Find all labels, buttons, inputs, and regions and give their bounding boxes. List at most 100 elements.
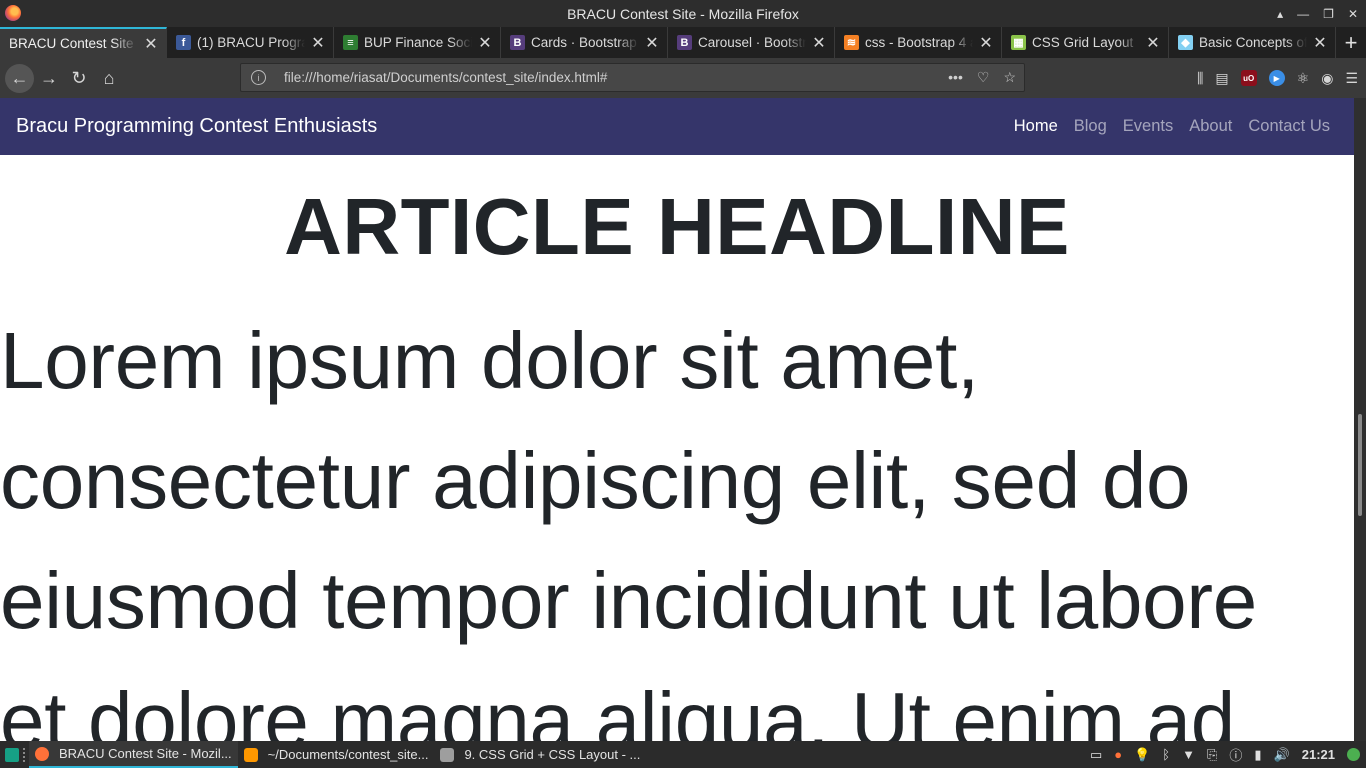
hamburger-menu-icon[interactable]: ☰ [1345, 70, 1358, 87]
taskbar-item-sublime[interactable]: ~/Documents/contest_site... [238, 741, 435, 768]
back-button[interactable]: ← [5, 63, 34, 93]
mdn-icon: ◆ [1178, 35, 1193, 50]
library-icon[interactable]: ⫼ [1197, 70, 1203, 87]
article-headline: ARTICLE HEADLINE [284, 182, 1070, 271]
update-status-icon[interactable] [1347, 748, 1360, 761]
tab-title: Carousel · Bootstrap [698, 35, 806, 50]
nav-link-about[interactable]: About [1189, 117, 1232, 136]
taskbar-item-firefox[interactable]: BRACU Contest Site - Mozil... [29, 741, 238, 768]
sidebar-icon[interactable]: ▤ [1215, 70, 1228, 87]
clipboard-icon[interactable]: ⎘ [1207, 747, 1217, 763]
taskbar-item-folder[interactable]: 9. CSS Grid + CSS Layout - ... [434, 741, 646, 768]
page-actions-icon[interactable]: ••• [948, 69, 963, 86]
window-titlebar: BRACU Contest Site - Mozilla Firefox ▴ —… [0, 0, 1366, 27]
home-button[interactable]: ⌂ [94, 63, 124, 93]
url-bar[interactable]: i file:///home/riasat/Documents/contest_… [240, 63, 1025, 92]
bookmark-star-icon[interactable]: ☆ [1003, 69, 1016, 86]
site-brand[interactable]: Bracu Programming Contest Enthusiasts [16, 98, 377, 155]
forward-button[interactable]: → [34, 63, 64, 93]
page-info-icon[interactable]: i [251, 70, 266, 85]
folder-icon [440, 747, 455, 762]
new-tab-button[interactable]: + [1336, 27, 1366, 58]
page-scrollbar[interactable] [1354, 98, 1366, 741]
window-controls: ▴ — ❐ ✕ [1277, 0, 1358, 27]
tab-close-icon[interactable]: ✕ [478, 33, 492, 53]
site-navbar: Bracu Programming Contest Enthusiasts Ho… [0, 98, 1354, 155]
facebook-icon: f [176, 35, 191, 50]
sublime-text-icon [243, 747, 258, 762]
bluetooth-icon[interactable]: ᛒ [1162, 747, 1170, 762]
system-tray: ▭ ● 💡 ᛒ ▼ ⎘ ⓘ ▮ 🔊 21:21 [1090, 741, 1360, 768]
nav-link-contact-us[interactable]: Contact Us [1248, 117, 1330, 136]
window-close-button[interactable]: ✕ [1348, 7, 1358, 21]
taskbar-item-label: ~/Documents/contest_site... [267, 747, 429, 762]
reload-button[interactable]: ↻ [64, 63, 94, 93]
taskbar-item-label: BRACU Contest Site - Mozil... [59, 746, 232, 761]
grid-icon: ▦ [1011, 35, 1026, 50]
firefox-icon [35, 746, 49, 761]
page-viewport: Bracu Programming Contest Enthusiasts Ho… [0, 98, 1354, 741]
url-text[interactable]: file:///home/riasat/Documents/contest_si… [284, 70, 607, 85]
tab-title: CSS Grid Layout [1032, 35, 1134, 50]
scrollbar-thumb[interactable] [1358, 414, 1362, 516]
navigation-toolbar: ← → ↻ ⌂ i file:///home/riasat/Documents/… [0, 58, 1366, 98]
pocket-icon[interactable]: ♡ [977, 69, 990, 86]
url-actions: ••• ♡ ☆ [948, 69, 1016, 86]
tab-close-icon[interactable]: ✕ [645, 33, 659, 53]
nav-link-blog[interactable]: Blog [1074, 117, 1107, 136]
window-shade-button[interactable]: ▴ [1277, 7, 1283, 21]
media-extension-icon[interactable]: ▶ [1268, 70, 1285, 86]
tab-close-icon[interactable]: ✕ [812, 33, 826, 53]
tab-strip: BRACU Contest Site ✕ f (1) BRACU Programmin… [0, 27, 1366, 58]
toolbar-extensions: ⫼ ▤ uO ▶ ⚛ ◉ ☰ [1197, 58, 1358, 98]
browser-tab[interactable]: BRACU Contest Site ✕ [0, 27, 167, 58]
tab-title: Cards · Bootstrap [531, 35, 637, 50]
firefox-logo-icon [5, 5, 21, 21]
battery-icon[interactable]: ▮ [1254, 747, 1261, 763]
firefox-tray-icon[interactable]: ● [1114, 747, 1122, 762]
info-tray-icon[interactable]: ⓘ [1229, 745, 1242, 764]
nav-link-home[interactable]: Home [1014, 117, 1058, 136]
tab-title: (1) BRACU Programming [197, 35, 305, 50]
account-extension-icon[interactable]: ◉ [1321, 70, 1333, 87]
tab-title: Basic Concepts of [1199, 35, 1307, 50]
ublock-origin-icon[interactable]: uO [1240, 70, 1257, 86]
volume-icon[interactable]: 🔊 [1274, 747, 1290, 763]
start-menu-icon[interactable] [5, 747, 19, 762]
forward-arrow-icon: → [40, 67, 58, 88]
browser-tab[interactable]: f (1) BRACU Programming ✕ [167, 27, 334, 58]
article-body: Lorem ipsum dolor sit amet, consectetur … [0, 316, 1257, 741]
browser-tab[interactable]: B Cards · Bootstrap ✕ [501, 27, 668, 58]
sheets-icon: ≡ [343, 35, 358, 50]
back-arrow-icon: ← [10, 67, 29, 88]
window-maximize-button[interactable]: ❐ [1323, 7, 1334, 21]
tab-title: BRACU Contest Site [9, 36, 134, 51]
workspace-switcher-icon[interactable]: ▭ [1090, 747, 1102, 763]
tab-close-icon[interactable]: ✕ [1313, 33, 1327, 53]
react-devtools-icon[interactable]: ⚛ [1297, 70, 1310, 87]
browser-tab[interactable]: ◆ Basic Concepts of ✕ [1169, 27, 1336, 58]
tab-close-icon[interactable]: ✕ [979, 33, 993, 53]
browser-tab[interactable]: ≋ css - Bootstrap 4 a ✕ [835, 27, 1002, 58]
clock[interactable]: 21:21 [1302, 747, 1335, 762]
taskbar-item-label: 9. CSS Grid + CSS Layout - ... [464, 747, 641, 762]
browser-tab[interactable]: ▦ CSS Grid Layout ✕ [1002, 27, 1169, 58]
desktop-taskbar: BRACU Contest Site - Mozil... ~/Document… [0, 741, 1366, 768]
tab-close-icon[interactable]: ✕ [144, 34, 158, 54]
tab-title: BUP Finance Society [364, 35, 472, 50]
lightbulb-icon[interactable]: 💡 [1134, 747, 1150, 763]
bootstrap-icon: B [510, 35, 525, 50]
tab-close-icon[interactable]: ✕ [311, 33, 325, 53]
tab-close-icon[interactable]: ✕ [1146, 33, 1160, 53]
stackoverflow-icon: ≋ [844, 35, 859, 50]
nav-link-events[interactable]: Events [1123, 117, 1173, 136]
wifi-icon[interactable]: ▼ [1182, 747, 1195, 762]
tab-title: css - Bootstrap 4 a [865, 35, 973, 50]
window-title: BRACU Contest Site - Mozilla Firefox [567, 5, 799, 22]
home-icon: ⌂ [103, 67, 115, 88]
browser-tab[interactable]: ≡ BUP Finance Society ✕ [334, 27, 501, 58]
browser-tab[interactable]: B Carousel · Bootstrap ✕ [668, 27, 835, 58]
window-minimize-button[interactable]: — [1297, 7, 1309, 21]
reload-icon: ↻ [71, 67, 87, 88]
bootstrap-icon: B [677, 35, 692, 50]
